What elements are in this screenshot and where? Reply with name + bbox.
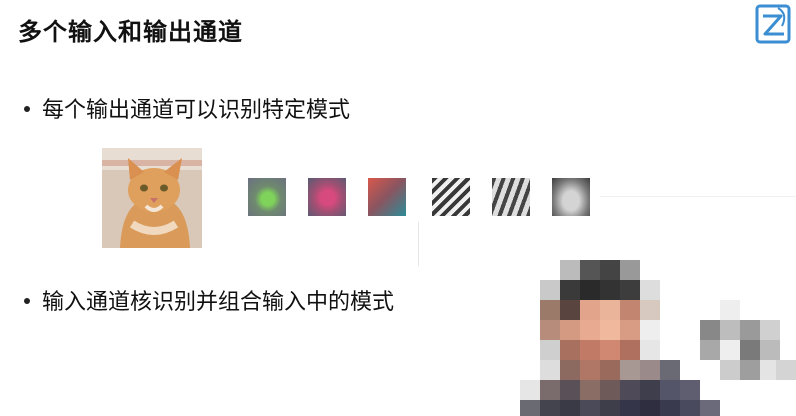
pink-blob-pattern [308,178,346,216]
bullet-dot-icon [24,106,30,112]
bullet-text: 输入通道核识别并组合输入中的模式 [42,290,395,315]
bullet-item: 每个输出通道可以识别特定模式 [24,92,350,124]
bullet-item: 输入通道核识别并组合输入中的模式 [24,284,394,316]
green-blob-pattern [248,178,286,216]
gray-blob-pattern [552,178,590,216]
red-teal-gradient-pattern [368,178,406,216]
logo-icon [755,4,791,44]
diagonal-stripes-pattern [432,178,470,216]
divider-line [600,196,796,197]
vertical-stripes-pattern [492,178,530,216]
cat-photo [102,148,202,248]
divider-line [418,222,419,266]
bullet-text: 每个输出通道可以识别特定模式 [42,98,351,123]
bullet-dot-icon [24,298,30,304]
pixelated-presenter-video [520,260,796,416]
slide-title: 多个输入和输出通道 [18,18,243,46]
